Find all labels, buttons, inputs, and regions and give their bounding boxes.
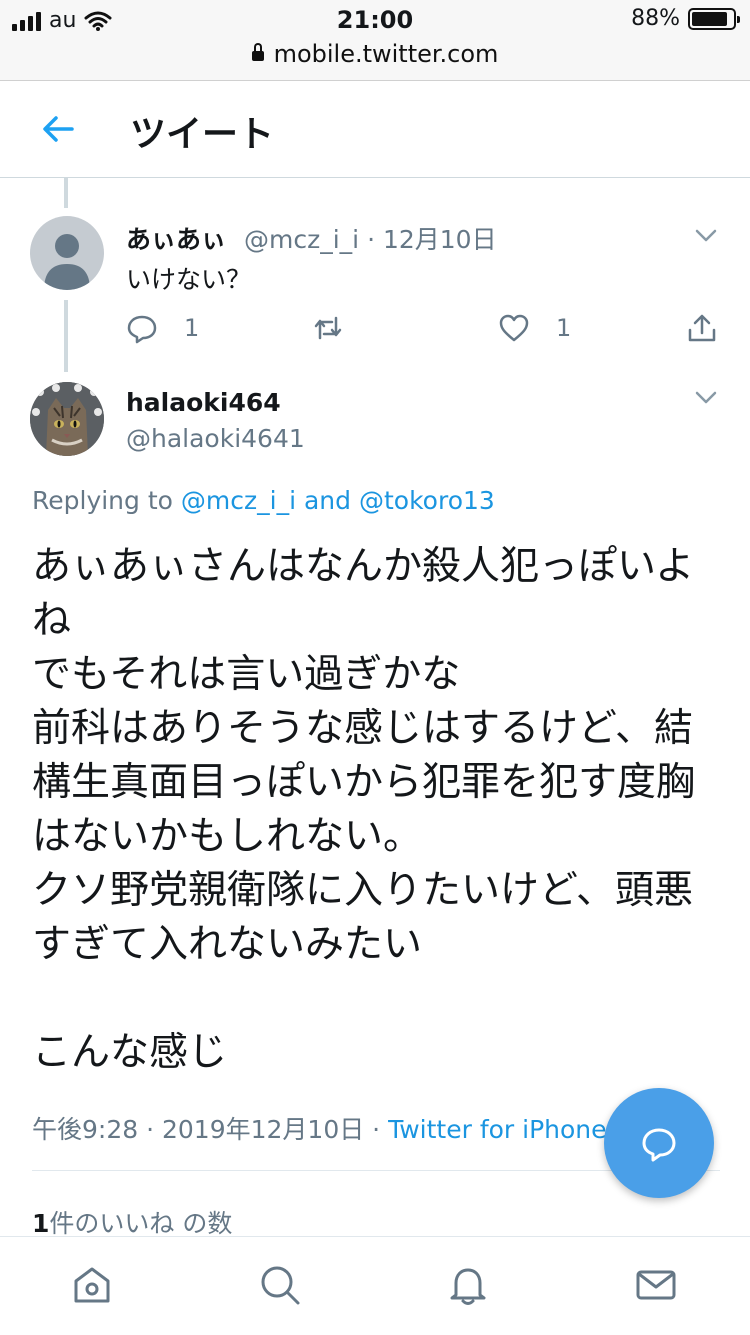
home-icon (74, 1267, 110, 1303)
battery-icon (688, 7, 740, 30)
tab-messages[interactable] (634, 1263, 678, 1307)
tweet-text: いけない？ (126, 265, 252, 294)
separator: · (359, 225, 383, 254)
tweet-timestamp: 午後9:28 · 2019年12月10日 · Twitter for iPhon… (32, 1115, 607, 1144)
avatar[interactable] (30, 216, 104, 290)
like-action[interactable]: 1 (498, 312, 571, 344)
like-count: 1 (556, 314, 572, 342)
battery-percentage: 88% (631, 6, 680, 31)
notifications-icon (450, 1268, 486, 1305)
avatar[interactable] (30, 382, 104, 456)
share-action[interactable] (686, 312, 718, 344)
likes-summary[interactable]: 1件のいいね の数 (32, 1204, 232, 1240)
lock-icon (251, 43, 264, 61)
reply-icon (127, 315, 157, 344)
compose-reply-button[interactable] (604, 1088, 714, 1198)
tweet-date: 2019年12月10日 (161, 1115, 365, 1144)
reply-count: 1 (184, 314, 200, 342)
battery-status: 88% (631, 6, 740, 31)
default-avatar-icon (44, 234, 90, 290)
tab-search[interactable] (258, 1263, 302, 1307)
reply-user-link[interactable]: @tokoro13 (359, 486, 495, 515)
reply-action[interactable]: 1 (126, 312, 199, 344)
thread-line-bottom (64, 300, 68, 372)
retweet-icon (314, 316, 342, 340)
search-icon (261, 1266, 300, 1305)
tweet-text: あぃあぃさんはなんか殺人犯っぽいよね でもそれは言い過ぎかな 前科はありそうな感… (32, 544, 696, 1075)
tweet-source-link[interactable]: Twitter for iPhone (388, 1115, 606, 1144)
heart-icon (499, 314, 529, 342)
retweet-action[interactable] (312, 312, 344, 344)
tab-notifications[interactable] (446, 1263, 490, 1307)
tweet-date[interactable]: 12月10日 (383, 225, 497, 254)
address-bar[interactable]: mobile.twitter.com (0, 40, 750, 68)
author-handle[interactable]: @mcz_i_i (244, 225, 359, 254)
tweet-meta: @mcz_i_i · 12月10日 (244, 220, 497, 256)
url-text: mobile.twitter.com (273, 40, 499, 68)
compose-reply-icon (642, 1128, 676, 1162)
reply-and: and (303, 486, 352, 515)
messages-icon (636, 1270, 676, 1300)
reply-user-link[interactable]: @mcz_i_i (181, 486, 296, 515)
browser-status-bar: au 21:00 88% mobile.twitter.com (0, 0, 750, 81)
author-name[interactable]: あぃあぃ (126, 220, 226, 256)
share-icon (688, 314, 716, 342)
likes-count: 1 (32, 1209, 50, 1238)
bottom-tab-bar (0, 1236, 750, 1335)
replying-prefix: Replying to (32, 486, 173, 515)
chevron-down-icon[interactable] (694, 228, 718, 244)
author-name[interactable]: halaoki464 (126, 388, 281, 417)
replying-to: Replying to @mcz_i_i and @tokoro13 (32, 486, 495, 515)
app-header: ツイート (0, 81, 750, 178)
arrow-left-icon[interactable] (38, 109, 78, 149)
author-handle[interactable]: @halaoki4641 (126, 424, 305, 453)
thread-line-top (64, 178, 68, 208)
chevron-down-icon[interactable] (694, 390, 718, 406)
likes-label: 件のいいね の数 (49, 1209, 233, 1238)
tab-home[interactable] (70, 1263, 114, 1307)
tweet-time: 午後9:28 (32, 1115, 139, 1144)
cat-avatar-image (30, 382, 104, 456)
page-title: ツイート (130, 114, 275, 155)
